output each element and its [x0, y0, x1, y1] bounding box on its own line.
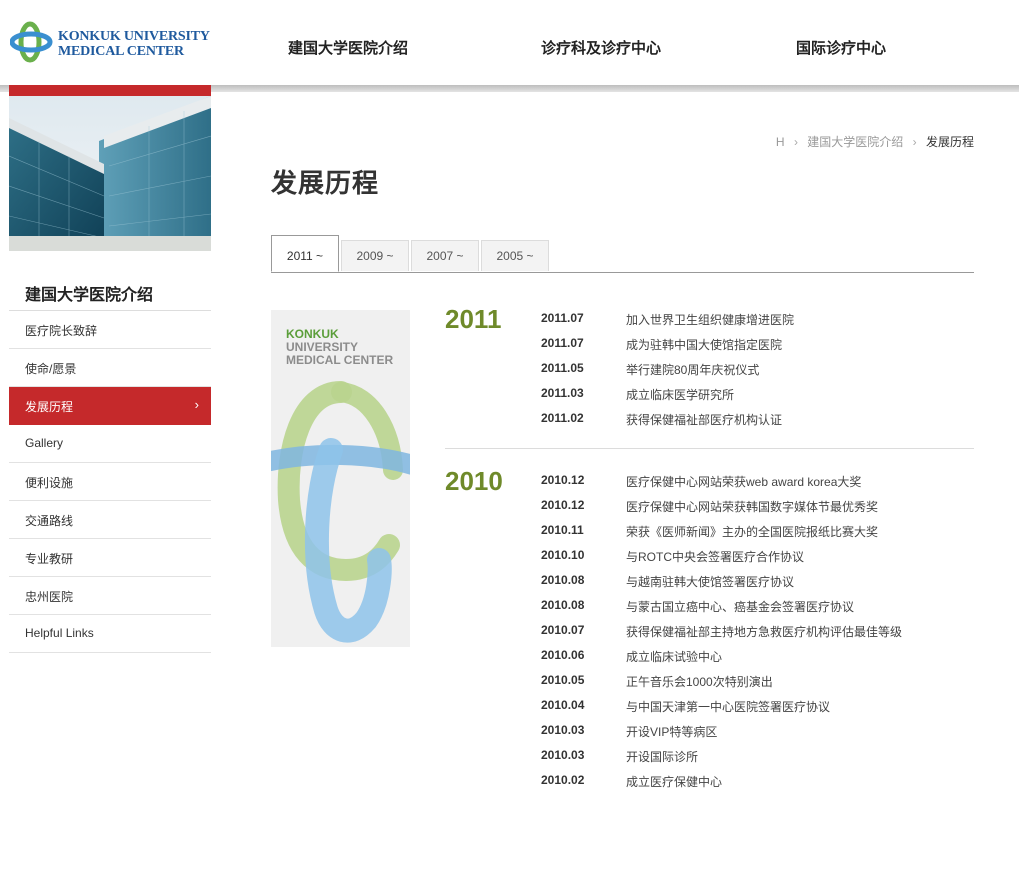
- breadcrumb-separator-icon: ›: [793, 135, 798, 149]
- hospital-logo[interactable]: KONKUK UNIVERSITY MEDICAL CENTER: [10, 20, 210, 64]
- event-date: 2010.03: [541, 748, 585, 762]
- sidebar-item-history[interactable]: 发展历程 ›: [9, 387, 211, 425]
- event-text: 荣获《医师新闻》主办的全国医院报纸比赛大奖: [626, 525, 879, 539]
- breadcrumb-home[interactable]: H: [776, 135, 785, 149]
- sidebar-item-facilities[interactable]: 便利设施: [9, 463, 211, 501]
- sidebar-item-label: Gallery: [25, 436, 64, 450]
- logo-text: KONKUK UNIVERSITY MEDICAL CENTER: [58, 29, 210, 59]
- tab-2011[interactable]: 2011 ~: [271, 235, 339, 272]
- sidebar-item-label: 交通路线: [25, 514, 74, 528]
- event-date: 2011.07: [541, 311, 584, 325]
- year-heading-2010: 2010: [445, 466, 503, 496]
- event-date: 2010.06: [541, 648, 585, 662]
- event-text: 开设VIP特等病区: [626, 725, 718, 739]
- sidebar-item-label: 专业教研: [25, 552, 74, 566]
- event-text: 医疗保健中心网站荣获韩国数字媒体节最优秀奖: [626, 500, 879, 514]
- event-date: 2011.05: [541, 361, 584, 375]
- sidebar-menu: 医疗院长致辞 使命/愿景 发展历程 › Gallery 便利设施 交通路线 专业教…: [9, 311, 211, 653]
- emblem-icon: [271, 381, 410, 643]
- sidebar-item-helpful-links[interactable]: Helpful Links: [9, 615, 211, 653]
- event-text: 获得保健福祉部主持地方急救医疗机构评估最佳等级: [626, 625, 903, 639]
- sidebar-item-chungju-hospital[interactable]: 忠州医院: [9, 577, 211, 615]
- event-text: 成为驻韩中国大使馆指定医院: [626, 338, 783, 352]
- event-date: 2011.07: [541, 336, 584, 350]
- event-date: 2010.02: [541, 773, 585, 787]
- nav-item-international[interactable]: 国际诊疗中心: [796, 37, 886, 58]
- event-text: 加入世界卫生组织健康增进医院: [626, 313, 795, 327]
- breadcrumb-current: 发展历程: [925, 135, 974, 149]
- sidebar-item-label: 便利设施: [25, 476, 74, 490]
- event-text: 成立医疗保健中心: [626, 775, 723, 789]
- event-text: 与越南驻韩大使馆签署医疗协议: [626, 575, 795, 589]
- logo-line-1: KONKUK UNIVERSITY: [58, 29, 210, 44]
- event-date: 2010.07: [541, 623, 585, 637]
- event-date: 2010.11: [541, 523, 584, 537]
- page-title: 发展历程: [271, 168, 380, 198]
- event-date: 2010.10: [541, 548, 585, 562]
- tab-2007[interactable]: 2007 ~: [411, 240, 479, 271]
- year-heading-2011: 2011: [445, 304, 502, 334]
- sidebar-item-directions[interactable]: 交通路线: [9, 501, 211, 539]
- year-divider: [445, 448, 974, 449]
- sidebar-title: 建国大学医院介绍: [25, 287, 154, 304]
- event-text: 正午音乐会1000次特别演出: [626, 675, 773, 689]
- sidebar-item-label: 发展历程: [25, 400, 74, 414]
- event-text: 与蒙古国立癌中心、癌基金会签署医疗协议: [626, 600, 855, 614]
- chevron-right-icon: ›: [194, 397, 199, 412]
- event-date: 2010.08: [541, 573, 585, 587]
- event-date: 2011.02: [541, 411, 584, 425]
- tab-2005[interactable]: 2005 ~: [481, 240, 549, 271]
- kumc-banner: KONKUK UNIVERSITY MEDICAL CENTER: [271, 310, 410, 647]
- breadcrumb: H › 建国大学医院介绍 › 发展历程: [776, 133, 974, 150]
- logo-icon: [10, 21, 53, 63]
- event-date: 2010.12: [541, 473, 585, 487]
- logo-line-2: MEDICAL CENTER: [58, 44, 184, 59]
- nav-item-departments[interactable]: 诊疗科及诊疗中心: [541, 37, 661, 58]
- sidebar-item-label: Helpful Links: [25, 626, 94, 640]
- event-date: 2010.12: [541, 498, 585, 512]
- event-date: 2011.03: [541, 386, 584, 400]
- nav-item-about[interactable]: 建国大学医院介绍: [288, 37, 408, 58]
- sidebar-accent-bar: [9, 85, 211, 96]
- event-date: 2010.03: [541, 723, 585, 737]
- event-text: 与中国天津第一中心医院签署医疗协议: [626, 700, 831, 714]
- sidebar-item-mission-vision[interactable]: 使命/愿景: [9, 349, 211, 387]
- event-text: 成立临床试验中心: [626, 650, 723, 664]
- year-tabs: 2011 ~ 2009 ~ 2007 ~ 2005 ~: [271, 235, 974, 273]
- event-date: 2010.05: [541, 673, 585, 687]
- sidebar-item-director-message[interactable]: 医疗院长致辞: [9, 311, 211, 349]
- breadcrumb-parent[interactable]: 建国大学医院介绍: [807, 135, 903, 149]
- sidebar-item-gallery[interactable]: Gallery: [9, 425, 211, 463]
- hospital-building-photo: [9, 96, 211, 251]
- event-date: 2010.08: [541, 598, 585, 612]
- sidebar-item-education-research[interactable]: 专业教研: [9, 539, 211, 577]
- event-date: 2010.04: [541, 698, 585, 712]
- event-text: 开设国际诊所: [626, 750, 699, 764]
- breadcrumb-separator-icon: ›: [912, 135, 917, 149]
- event-text: 成立临床医学研究所: [626, 388, 735, 402]
- event-text: 医疗保健中心网站荣获web award korea大奖: [626, 475, 862, 489]
- sidebar-item-label: 使命/愿景: [25, 362, 77, 376]
- site-header: KONKUK UNIVERSITY MEDICAL CENTER 建国大学医院介…: [0, 0, 1019, 85]
- event-text: 与ROTC中央会签署医疗合作协议: [626, 550, 804, 564]
- event-text: 举行建院80周年庆祝仪式: [626, 363, 760, 377]
- tab-2009[interactable]: 2009 ~: [341, 240, 409, 271]
- event-text: 获得保健福祉部医疗机构认证: [626, 413, 783, 427]
- banner-line-3: MEDICAL CENTER: [286, 353, 394, 367]
- sidebar-item-label: 忠州医院: [25, 590, 74, 604]
- sidebar-item-label: 医疗院长致辞: [25, 324, 98, 338]
